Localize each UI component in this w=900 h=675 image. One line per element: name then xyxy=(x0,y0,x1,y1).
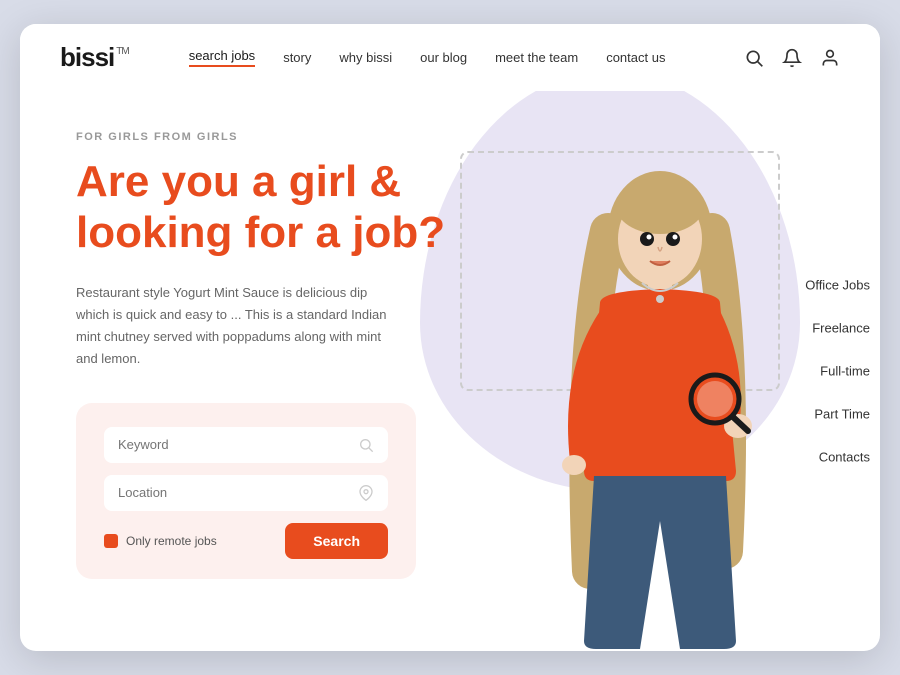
nav-story[interactable]: story xyxy=(283,50,311,65)
side-link-office[interactable]: Office Jobs xyxy=(805,278,870,293)
remote-checkbox[interactable] xyxy=(104,534,118,548)
hero-right: Office Jobs Freelance Full-time Part Tim… xyxy=(500,91,880,651)
keyword-search-icon xyxy=(358,437,374,453)
search-button[interactable]: Search xyxy=(285,523,388,559)
nav-why-bissi[interactable]: why bissi xyxy=(339,50,392,65)
side-link-freelance[interactable]: Freelance xyxy=(805,321,870,336)
side-link-fulltime[interactable]: Full-time xyxy=(805,364,870,379)
side-links: Office Jobs Freelance Full-time Part Tim… xyxy=(805,278,880,465)
nav-contact[interactable]: contact us xyxy=(606,50,665,65)
hero-left: FOR GIRLS FROM GIRLS Are you a girl & lo… xyxy=(20,91,500,651)
remote-label: Only remote jobs xyxy=(126,534,217,548)
side-link-parttime[interactable]: Part Time xyxy=(805,407,870,422)
search-box: Only remote jobs Search xyxy=(76,403,416,579)
nav-icons xyxy=(744,48,840,68)
location-field xyxy=(104,475,388,511)
keyword-field xyxy=(104,427,388,463)
nav-meet-team[interactable]: meet the team xyxy=(495,50,578,65)
side-link-contacts[interactable]: Contacts xyxy=(805,450,870,465)
location-icon xyxy=(358,485,374,501)
person-svg xyxy=(540,151,780,651)
search-footer: Only remote jobs Search xyxy=(104,523,388,559)
keyword-input[interactable] xyxy=(118,437,358,452)
hero-description: Restaurant style Yogurt Mint Sauce is de… xyxy=(76,282,396,370)
notification-icon[interactable] xyxy=(782,48,802,68)
hero-section: FOR GIRLS FROM GIRLS Are you a girl & lo… xyxy=(20,91,880,651)
remote-checkbox-wrap[interactable]: Only remote jobs xyxy=(104,534,217,548)
search-icon[interactable] xyxy=(744,48,764,68)
hero-title: Are you a girl & looking for a job? xyxy=(76,157,460,258)
navbar: bissiTM search jobs story why bissi our … xyxy=(20,24,880,91)
nav-blog[interactable]: our blog xyxy=(420,50,467,65)
hero-tagline: FOR GIRLS FROM GIRLS xyxy=(76,131,460,143)
location-input[interactable] xyxy=(118,485,358,500)
logo-text: bissi xyxy=(60,42,114,73)
user-icon[interactable] xyxy=(820,48,840,68)
logo-tm: TM xyxy=(116,46,128,57)
person-figure xyxy=(520,131,800,651)
nav-search-jobs[interactable]: search jobs xyxy=(189,48,255,67)
nav-links: search jobs story why bissi our blog mee… xyxy=(189,48,744,67)
logo[interactable]: bissiTM xyxy=(60,42,129,73)
browser-window: bissiTM search jobs story why bissi our … xyxy=(20,24,880,651)
